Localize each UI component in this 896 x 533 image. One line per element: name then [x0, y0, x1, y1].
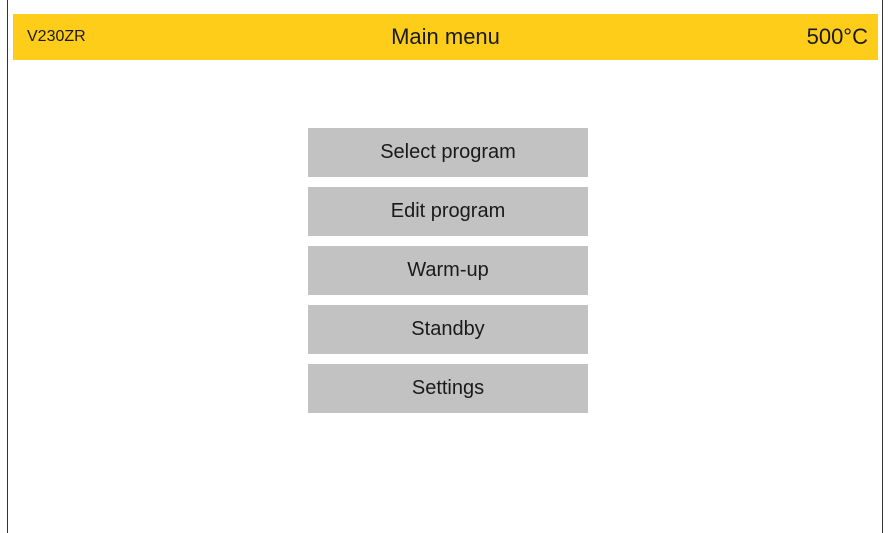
- temperature-readout: 500°C: [806, 24, 868, 49]
- main-menu: Select program Edit program Warm-up Stan…: [308, 128, 588, 413]
- warm-up-button[interactable]: Warm-up: [308, 246, 588, 295]
- page-title: Main menu: [391, 24, 500, 49]
- select-program-button[interactable]: Select program: [308, 128, 588, 177]
- standby-button[interactable]: Standby: [308, 305, 588, 354]
- settings-button[interactable]: Settings: [308, 364, 588, 413]
- edit-program-button[interactable]: Edit program: [308, 187, 588, 236]
- header-bar: V230ZR Main menu 500°C: [13, 14, 878, 60]
